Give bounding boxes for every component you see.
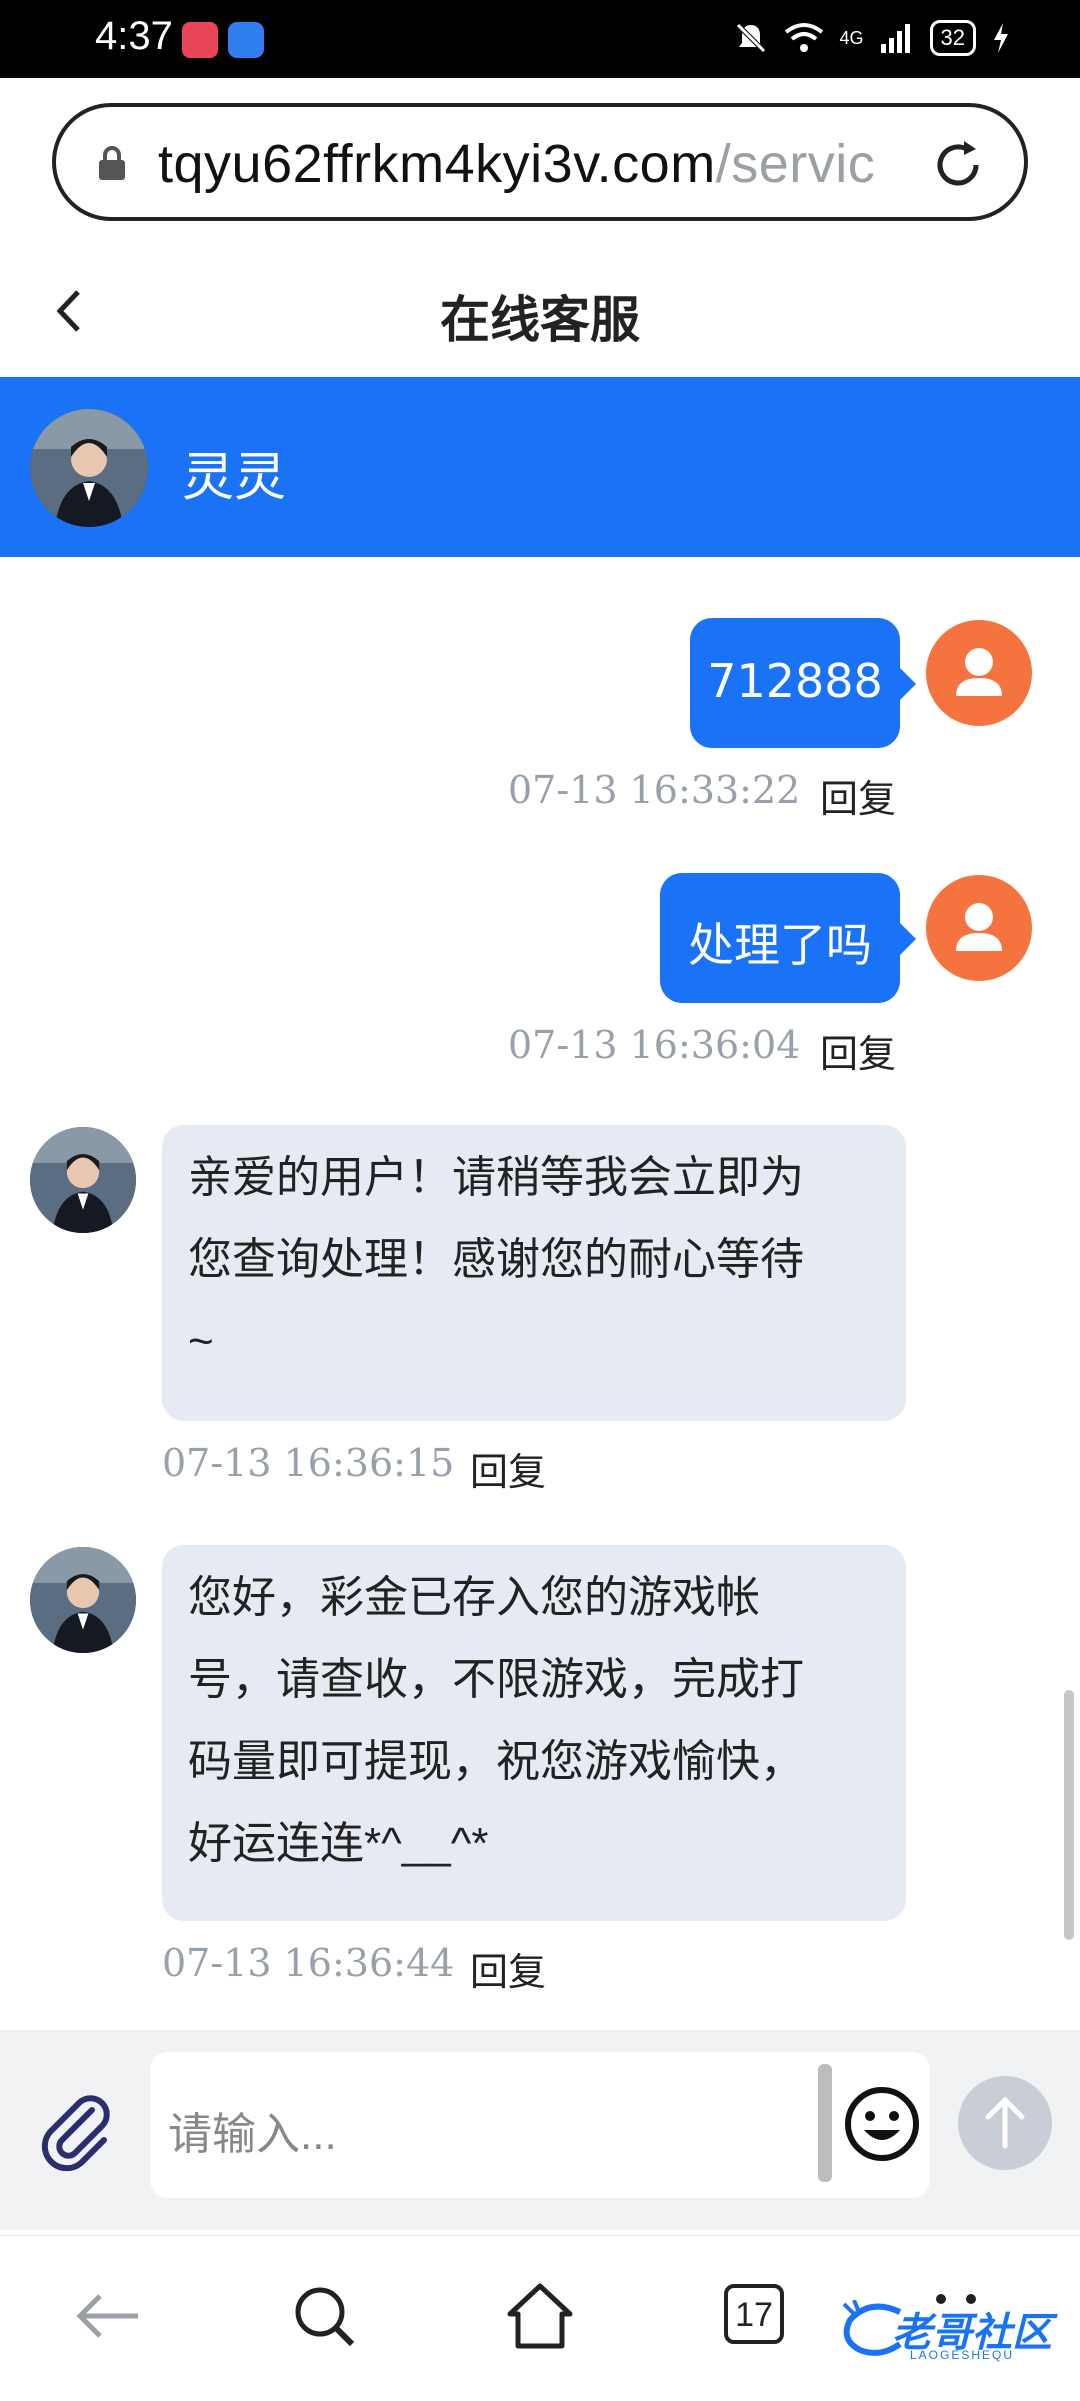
address-bar[interactable]: tqyu62ffrkm4kyi3v.com/servic [52, 103, 1028, 221]
agent-avatar [30, 1547, 136, 1653]
reply-link[interactable]: 回复 [820, 1023, 896, 1078]
emoji-icon[interactable] [842, 2084, 922, 2164]
message-line: 好运连连*^__^* [188, 1819, 489, 1868]
lock-icon [99, 146, 125, 180]
message-timestamp: 07-13 16:36:44 [162, 1941, 455, 1985]
message-line: 亲爱的用户！请稍等我会立即为 [188, 1153, 804, 1202]
wifi-icon [784, 23, 823, 52]
url-text[interactable]: tqyu62ffrkm4kyi3v.com/servic [158, 133, 938, 193]
url-path: /servic [715, 134, 876, 193]
message-text: 712888 [707, 654, 883, 708]
arrow-up-icon [985, 2096, 1025, 2149]
chat-message-agent: 您好，彩金已存入您的游戏帐 号，请查收，不限游戏，完成打 码量即可提现，祝您游戏… [0, 1545, 1080, 2005]
message-text: 处理了吗 [688, 918, 872, 972]
system-icons: 4G 32 [734, 16, 1011, 60]
nav-back-icon[interactable] [68, 2276, 148, 2356]
person-icon [956, 648, 1002, 696]
paperclip-icon[interactable] [34, 2088, 118, 2172]
message-line: 您好，彩金已存入您的游戏帐 [188, 1573, 760, 1622]
send-button[interactable] [958, 2076, 1052, 2170]
user-message-bubble[interactable]: 处理了吗 [660, 873, 900, 1003]
chat-message-agent: 亲爱的用户！请稍等我会立即为 您查询处理！感谢您的耐心等待 ~ 07-13 16… [0, 1125, 1080, 1494]
message-line: 号，请查收，不限游戏，完成打 [188, 1655, 804, 1704]
watermark-subtext: LAOGESHEQU [910, 2348, 1015, 2362]
browser-bottom-nav: 17 老哥社区 LAOGESHEQU [0, 2235, 1080, 2401]
message-timestamp: 07-13 16:36:04 [508, 1023, 801, 1067]
page-header: 在线客服 [0, 250, 1080, 370]
user-avatar [926, 875, 1032, 981]
watermark-logo: 老哥社区 LAOGESHEQU [840, 2296, 1070, 2366]
agent-header: 灵灵 [0, 377, 1080, 557]
status-bar: 4:37 4G 32 [0, 0, 1080, 78]
reply-link[interactable]: 回复 [470, 1441, 546, 1496]
tabs-button[interactable]: 17 [716, 2276, 796, 2356]
bubble-tail [898, 666, 916, 702]
message-timestamp: 07-13 16:36:15 [162, 1441, 455, 1485]
message-input[interactable]: 请输入... [150, 2052, 930, 2198]
bubble-tail [898, 921, 916, 957]
browser-app-icon [228, 22, 264, 58]
chat-scrollbar[interactable] [1064, 1690, 1074, 1940]
status-time: 4:37 [95, 14, 173, 58]
url-domain: tqyu62ffrkm4kyi3v.com [158, 134, 716, 193]
message-input-placeholder: 请输入... [168, 2110, 337, 2159]
agent-name: 灵灵 [182, 449, 287, 507]
page-title: 在线客服 [440, 292, 640, 348]
agent-avatar [30, 1127, 136, 1233]
message-timestamp: 07-13 16:33:22 [508, 768, 801, 812]
reply-link[interactable]: 回复 [820, 768, 896, 823]
notification-app-icon [182, 22, 218, 58]
input-scrollbar[interactable] [818, 2064, 832, 2182]
agent-avatar [30, 409, 148, 527]
network-type: 4G [839, 27, 864, 48]
reply-link[interactable]: 回复 [470, 1941, 546, 1996]
chat-message-user: 处理了吗 07-13 16:36:04 回复 [0, 865, 1080, 1076]
message-line: 您查询处理！感谢您的耐心等待 [188, 1235, 804, 1284]
message-line: 码量即可提现，祝您游戏愉快， [188, 1737, 804, 1786]
reload-icon[interactable] [928, 135, 988, 195]
chat-message-user: 712888 07-13 16:33:22 回复 [0, 610, 1080, 821]
message-composer: 请输入... [0, 2030, 1080, 2230]
battery-level: 32 [929, 20, 976, 56]
user-avatar [926, 620, 1032, 726]
user-message-bubble[interactable]: 712888 [690, 618, 900, 748]
signal-icon [880, 24, 910, 53]
search-icon[interactable] [284, 2276, 364, 2356]
person-icon [956, 903, 1002, 951]
tabs-count: 17 [724, 2284, 784, 2344]
home-icon[interactable] [500, 2276, 580, 2356]
charging-icon [994, 23, 1008, 53]
message-line: ~ [188, 1317, 214, 1366]
mute-bell-icon [735, 23, 766, 53]
agent-message-bubble[interactable]: 亲爱的用户！请稍等我会立即为 您查询处理！感谢您的耐心等待 ~ [162, 1125, 906, 1421]
agent-message-bubble[interactable]: 您好，彩金已存入您的游戏帐 号，请查收，不限游戏，完成打 码量即可提现，祝您游戏… [162, 1545, 906, 1921]
